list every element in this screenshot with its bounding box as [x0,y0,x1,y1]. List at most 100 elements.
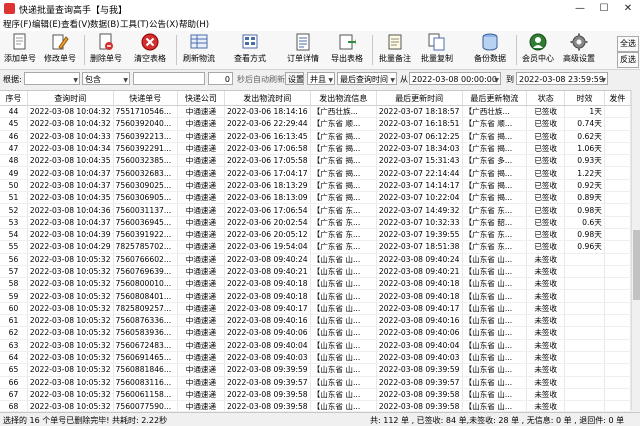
table-row[interactable]: 66 2022-03-08 10:05:32 7560083116... 中通速递 20… [0,376,631,389]
column-header[interactable]: 查询时间 [27,91,114,106]
table-row[interactable]: 64 2022-03-08 10:05:32 7560691465... 中通速递 20… [0,351,631,365]
menu-edit[interactable]: 编辑(E) [32,18,61,30]
table-cell: 2022-03-08 09:39:57 [224,376,311,389]
table-row[interactable]: 63 2022-03-08 10:05:32 7560672483... 中通速递 20… [0,339,631,352]
column-header[interactable]: 最后更新物流 [462,91,528,106]
member-center-button[interactable]: 会员中心 [520,33,556,67]
column-header[interactable]: 序号 [0,91,28,106]
table-cell: 2022-03-07 10:22:04 [376,191,463,205]
table-row[interactable]: 57 2022-03-08 10:05:32 7560769639... 中通速递 20… [0,265,631,279]
clear-table-label: 清空表格 [134,54,166,63]
table-cell: 【广东省 揭... [462,191,528,205]
maximize-button[interactable]: ☐ [592,0,616,17]
vertical-scrollbar[interactable] [631,90,640,410]
table-row[interactable]: 45 2022-03-08 10:04:32 7560392040... 中通速递 20… [0,117,631,131]
export-table-button[interactable]: 导出表格 [328,33,366,67]
menu-program[interactable]: 程序(F) [3,18,32,30]
close-button[interactable]: ✕ [616,0,640,17]
view-mode-button[interactable]: 查看方式 [230,33,270,67]
table-row[interactable]: 52 2022-03-08 10:04:36 7560031137... 中通速递 20… [0,203,631,217]
scrollbar-thumb[interactable] [633,230,640,300]
table-cell: 59 [0,289,28,303]
refresh-logistics-label: 刷新物流 [183,54,215,63]
filter-field-select[interactable]: ▼ [24,72,80,85]
table-row[interactable]: 58 2022-03-08 10:05:32 7560800010... 中通速递 20… [0,277,631,291]
table-cell: 2022-03-08 09:40:16 [224,314,311,328]
batch-note-button[interactable]: 批量备注 [376,33,414,67]
from-datetime-input[interactable]: 2022-03-08 00:00:00 ▼ [409,72,501,85]
table-row[interactable]: 62 2022-03-08 10:05:32 7560583936... 中通速递 20… [0,326,631,340]
delete-number-button[interactable]: 删除单号 [88,33,124,67]
add-number-button[interactable]: 添加单号 [2,33,38,67]
table-row[interactable]: 56 2022-03-08 10:05:32 7560766602... 中通速递 20… [0,253,631,266]
edit-number-button[interactable]: 修改单号 [42,33,78,67]
column-header[interactable]: 快递公司 [177,91,225,106]
refresh-seconds-input[interactable]: 0 [208,72,233,85]
backup-data-button[interactable]: 备份数据 [470,33,510,67]
table-cell: 【山东省 山... [310,253,377,266]
column-header[interactable]: 快递单号 [113,91,178,106]
column-header[interactable]: 状态 [526,91,566,106]
menu-help[interactable]: 帮助(H) [179,18,209,30]
table-row[interactable]: 53 2022-03-08 10:04:37 7560036945... 中通速递 20… [0,216,631,229]
table-row[interactable]: 46 2022-03-08 10:04:33 7560392213... 中通速递 20… [0,130,631,143]
table-row[interactable]: 55 2022-03-08 10:04:29 7825785702... 中通速递 20… [0,240,631,254]
logic-select[interactable]: 并且 ▼ [307,72,335,85]
time-field-select[interactable]: 最后查询时间 ▼ [337,72,397,85]
column-header[interactable]: 发出物流信息 [310,91,377,106]
menu-view[interactable]: 查看(V) [61,18,90,30]
minimize-button[interactable]: — [568,0,592,17]
refresh-logistics-button[interactable]: 刷新物流 [180,33,218,67]
table-row[interactable]: 60 2022-03-08 10:05:32 7825809257... 中通速递 20… [0,302,631,316]
table-cell: 已签收 [526,240,566,254]
filter-match-select[interactable]: 包含 ▼ [82,72,130,85]
table-row[interactable]: 51 2022-03-08 10:04:35 7560306905... 中通速递 20… [0,191,631,205]
menu-tools[interactable]: 工具(T) [120,18,149,30]
table-row[interactable]: 61 2022-03-08 10:05:32 7560876336... 中通速递 20… [0,314,631,328]
table-cell: 0.98天 [564,203,605,217]
view-mode-icon [242,34,258,49]
table-cell: 2022-03-08 10:04:32 [27,117,114,131]
column-header[interactable]: 发件 [604,91,631,106]
column-header[interactable]: 最后更新时间 [376,91,463,106]
table-row[interactable]: 67 2022-03-08 10:05:32 7560061158... 中通速递 20… [0,388,631,402]
clear-table-button[interactable]: 清空表格 [130,33,170,67]
table-row[interactable]: 50 2022-03-08 10:04:37 7560309025... 中通速递 20… [0,179,631,193]
table-cell: 2022-03-07 19:39:55 [376,228,463,242]
from-datetime-value: 2022-03-08 00:00:00 [412,75,497,84]
toolbar: 添加单号 修改单号 删除单号 清空表格 刷新物流 查看方式 订单详情 导出表格 … [0,31,640,70]
table-row[interactable]: 48 2022-03-08 10:04:35 7560032385... 中通速递 20… [0,154,631,168]
table-cell: 2022-03-08 09:40:03 [376,351,463,365]
table-row[interactable]: 49 2022-03-08 10:04:37 7560032683... 中通速递 20… [0,166,631,180]
select-all-button[interactable]: 全选 [617,36,639,52]
menu-notice[interactable]: 公告(X) [149,18,178,30]
table-cell: 【山东省 山... [310,277,377,291]
to-datetime-input[interactable]: 2022-03-08 23:59:59 ▼ [516,72,608,85]
edit-number-label: 修改单号 [44,54,76,63]
table-row[interactable]: 47 2022-03-08 10:04:34 7560392291... 中通速递 20… [0,142,631,156]
table-cell [604,179,631,193]
table-cell: 62 [0,326,28,340]
table-row[interactable]: 54 2022-03-08 10:04:39 7560391922... 中通速递 20… [0,228,631,242]
export-table-icon [339,34,356,50]
invert-select-button[interactable]: 反选 [617,52,639,68]
settings-button[interactable]: 设置 [285,72,304,85]
menu-data[interactable]: 数据(B) [90,18,119,30]
filter-match-value: 包含 [85,75,101,84]
table-cell: 未签收 [526,253,566,266]
tracking-table[interactable]: 序号 查询时间 快递单号 快递公司 发出物流时间 发出物流信息 最后更新时间 最后更新物流 状态… [0,90,631,411]
batch-copy-button[interactable]: 批量复制 [418,33,456,67]
table-row[interactable]: 65 2022-03-08 10:05:32 7560881846... 中通速递 20… [0,363,631,377]
column-header[interactable]: 时效 [564,91,605,106]
table-row[interactable]: 59 2022-03-08 10:05:32 7560808401... 中通速递 20… [0,289,631,303]
table-cell: 中通速递 [177,154,225,168]
table-row[interactable]: 44 2022-03-08 10:04:32 7551710546... 中通速递 20… [0,105,631,119]
table-row[interactable]: 68 2022-03-08 10:05:32 7560077590... 中通速递 20… [0,400,631,411]
table-cell: 56 [0,253,28,266]
advanced-settings-button[interactable]: 高级设置 [560,33,598,67]
column-header[interactable]: 发出物流时间 [224,91,311,106]
order-details-button[interactable]: 订单详情 [283,33,323,67]
table-cell: 64 [0,351,28,365]
filter-keyword-input[interactable] [133,72,205,85]
table-cell: 已签收 [526,216,566,229]
